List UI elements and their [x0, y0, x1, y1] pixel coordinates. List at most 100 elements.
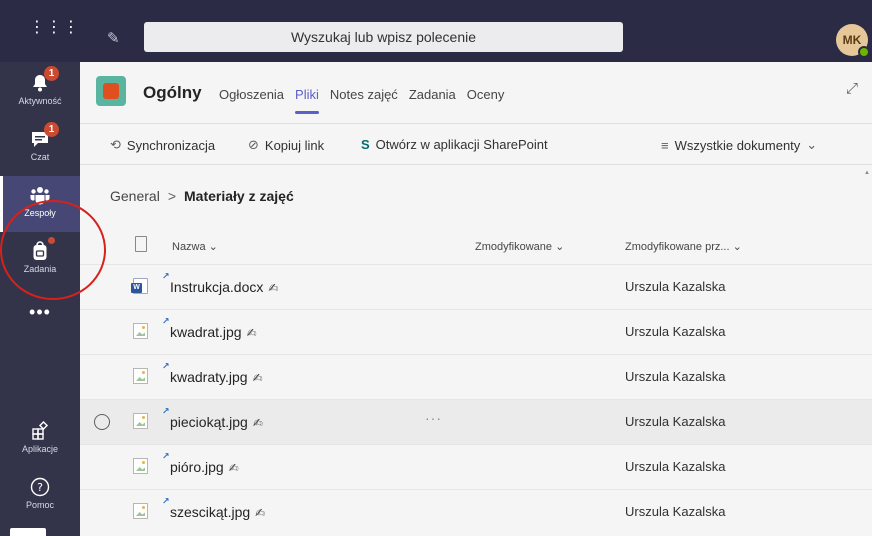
row-select-checkbox[interactable]: [94, 414, 110, 430]
list-view-icon: ≡: [661, 137, 669, 153]
modified-by: Urszula Kazalska: [625, 459, 726, 474]
rail-label: Zespoły: [24, 208, 56, 218]
more-apps-icon[interactable]: •••: [0, 302, 80, 323]
shared-icon: ✍: [252, 371, 263, 385]
file-type-icon[interactable]: [135, 236, 147, 252]
channel-tabs: Ogłoszenia Pliki Notes zajęć Zadania Oce…: [219, 87, 515, 114]
file-row[interactable]: ↗ Instrukcja.docx✍ Urszula Kazalska: [80, 264, 872, 309]
modified-by: Urszula Kazalska: [625, 324, 726, 339]
breadcrumb-current: Materiały z zajęć: [184, 188, 294, 204]
rail-item-teams[interactable]: Zespoły: [0, 176, 80, 232]
view-label: Wszystkie dokumenty: [674, 137, 801, 153]
file-name[interactable]: kwadraty.jpg ✍: [170, 369, 263, 385]
modified-by: Urszula Kazalska: [625, 369, 726, 384]
file-name[interactable]: pióro.jpg ✍: [170, 459, 239, 475]
breadcrumb: General > Materiały z zajęć: [110, 188, 294, 204]
rail-item-activity[interactable]: 1 Aktywność: [0, 64, 80, 120]
channel-header: Ogólny Ogłoszenia Pliki Notes zajęć Zada…: [80, 62, 872, 124]
presence-status-icon: [858, 46, 870, 58]
new-file-icon: ↗: [162, 451, 170, 461]
sharepoint-icon: S: [361, 137, 370, 152]
sync-label: Synchronizacja: [126, 137, 216, 153]
files-toolbar: ⟲ Synchronizacja ⊘ Kopiuj link S Otwórz …: [80, 125, 872, 165]
tab-assignments[interactable]: Zadania: [409, 87, 456, 102]
shared-icon: ✍: [252, 416, 263, 430]
shared-icon: ✍: [246, 326, 257, 340]
breadcrumb-root[interactable]: General: [110, 188, 160, 204]
rail-item-assignments[interactable]: Zadania: [0, 232, 80, 288]
word-document-icon: [131, 278, 148, 294]
rail-label: Pomoc: [25, 500, 54, 510]
channel-title: Ogólny: [143, 83, 202, 102]
help-icon: ?: [29, 476, 51, 498]
rail-label: Czat: [30, 152, 50, 162]
file-list-header: Nazwa ⌄ Zmodyfikowane ⌄ Zmodyfikowane pr…: [80, 228, 872, 264]
image-file-icon: [133, 413, 148, 429]
sync-icon: ⟲: [110, 137, 121, 152]
link-icon: ⊘: [248, 137, 259, 152]
view-selector[interactable]: ≡ Wszystkie dokumenty ⌄: [661, 137, 817, 153]
svg-text:?: ?: [37, 481, 43, 494]
tab-announcements[interactable]: Ogłoszenia: [219, 87, 284, 102]
new-file-icon: ↗: [162, 406, 170, 416]
image-file-icon: [133, 458, 148, 474]
tab-files[interactable]: Pliki: [295, 87, 319, 114]
file-name[interactable]: pieciokąt.jpg ✍: [170, 414, 263, 430]
file-name[interactable]: szescikąt.jpg ✍: [170, 504, 265, 520]
team-avatar: [96, 76, 126, 106]
file-row[interactable]: ↗ pióro.jpg ✍ Urszula Kazalska: [80, 444, 872, 489]
open-sharepoint-button[interactable]: S Otwórz w aplikacji SharePoint: [361, 137, 548, 152]
new-file-icon: ↗: [162, 361, 170, 371]
scroll-up-icon[interactable]: ▲: [864, 170, 870, 176]
expand-icon[interactable]: ⤢: [846, 80, 858, 97]
tab-class-notebook[interactable]: Notes zajęć: [330, 87, 398, 102]
compose-icon[interactable]: ✎: [107, 29, 120, 47]
rail-item-chat[interactable]: 1 Czat: [0, 120, 80, 176]
column-modified[interactable]: Zmodyfikowane ⌄: [475, 240, 564, 253]
avatar[interactable]: MK: [836, 24, 870, 58]
file-row[interactable]: ↗ kwadraty.jpg ✍ Urszula Kazalska: [80, 354, 872, 399]
copy-link-button[interactable]: ⊘ Kopiuj link: [248, 137, 324, 153]
new-file-icon: ↗: [162, 316, 170, 326]
rail-label: Aktywność: [18, 96, 62, 106]
notification-badge: 1: [44, 122, 59, 137]
notification-badge: 1: [44, 66, 59, 81]
bell-icon: 1: [29, 66, 59, 94]
sync-button[interactable]: ⟲ Synchronizacja: [110, 137, 215, 153]
app-rail: 1 Aktywność 1 Czat Zespoły Zadania ••• A…: [0, 62, 80, 536]
column-name[interactable]: Nazwa ⌄: [172, 240, 218, 253]
top-bar: ⋮⋮⋮ ✎ Wyszukaj lub wpisz polecenie MK: [0, 0, 872, 62]
image-file-icon: [133, 368, 148, 384]
shared-icon: ✍: [255, 506, 266, 520]
rail-label: Zadania: [23, 264, 57, 274]
modified-by: Urszula Kazalska: [625, 414, 726, 429]
open-sharepoint-label: Otwórz w aplikacji SharePoint: [375, 137, 548, 152]
file-row[interactable]: ↗ kwadrat.jpg ✍ Urszula Kazalska: [80, 309, 872, 354]
modified-by: Urszula Kazalska: [625, 279, 726, 294]
file-row[interactable]: ↗ szescikąt.jpg ✍ Urszula Kazalska: [80, 489, 872, 534]
file-row[interactable]: ↗ pieciokąt.jpg ✍ ··· Urszula Kazalska: [80, 399, 872, 444]
apps-icon: [29, 420, 51, 442]
more-options-icon[interactable]: ···: [425, 410, 442, 426]
file-name[interactable]: kwadrat.jpg ✍: [170, 324, 257, 340]
unread-dot: [48, 237, 55, 244]
image-file-icon: [133, 503, 148, 519]
new-file-icon: ↗: [162, 271, 170, 281]
chevron-down-icon: ⌄: [806, 137, 818, 152]
search-input[interactable]: Wyszukaj lub wpisz polecenie: [144, 22, 623, 52]
image-file-icon: [133, 323, 148, 339]
backpack-icon: [29, 237, 55, 262]
shared-icon: ✍: [268, 281, 279, 295]
rail-item-help[interactable]: ? Pomoc: [0, 468, 80, 524]
column-modified-by[interactable]: Zmodyfikowane prz... ⌄: [625, 240, 742, 253]
app-launcher-icon[interactable]: ⋮⋮⋮: [29, 20, 79, 46]
rail-footer-tab[interactable]: [10, 528, 46, 536]
shared-icon: ✍: [228, 461, 239, 475]
tab-grades[interactable]: Oceny: [467, 87, 505, 102]
rail-item-apps[interactable]: Aplikacje: [0, 412, 80, 468]
file-name[interactable]: Instrukcja.docx ✍: [170, 279, 278, 295]
avatar-initials: MK: [842, 33, 862, 47]
new-file-icon: ↗: [162, 496, 170, 506]
rail-label: Aplikacje: [21, 444, 59, 454]
copy-link-label: Kopiuj link: [264, 137, 325, 153]
